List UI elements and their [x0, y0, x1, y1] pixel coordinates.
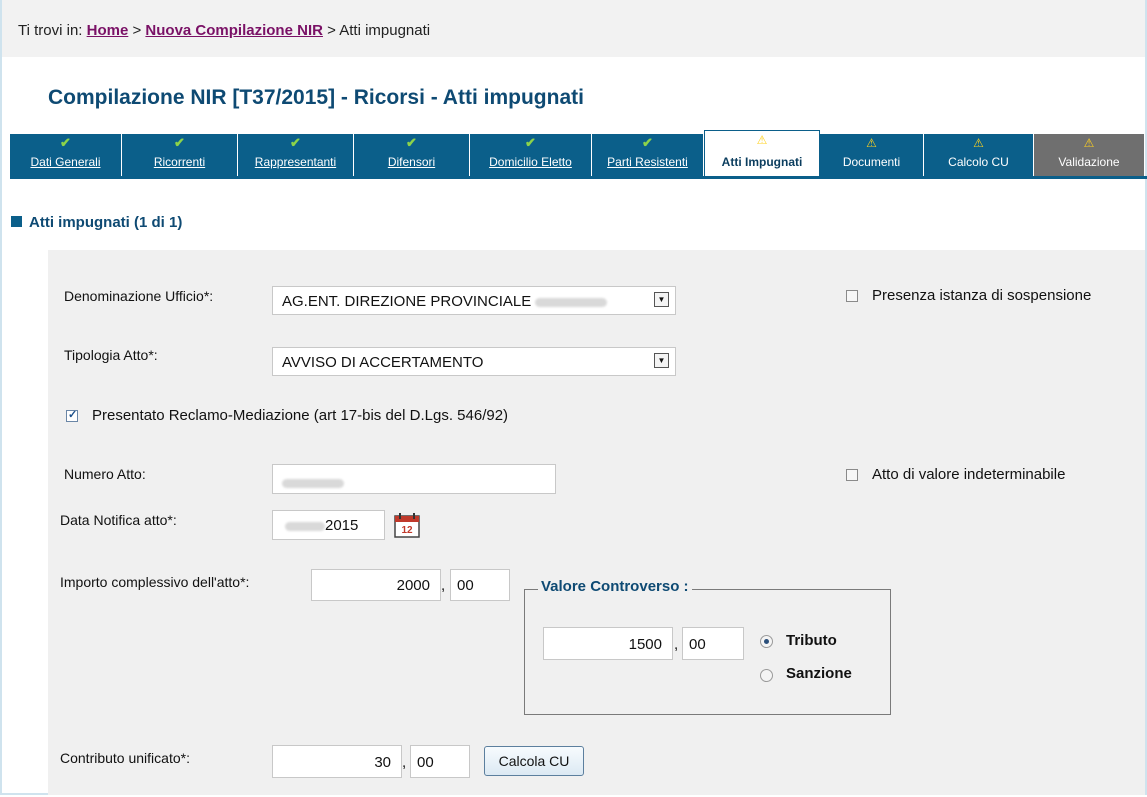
tipologia-select[interactable]: AVVISO DI ACCERTAMENTO ▼ [272, 347, 676, 376]
ufficio-select[interactable]: AG.ENT. DIREZIONE PROVINCIALE ▼ [272, 286, 676, 315]
breadcrumb-separator: > [327, 22, 336, 39]
redacted-text [535, 297, 608, 307]
check-icon: ✔ [642, 135, 653, 150]
importo-int-value: 2000 [396, 577, 430, 594]
sanzione-radio[interactable] [760, 669, 773, 682]
tab-label: Parti Resistenti [607, 155, 688, 169]
calcola-cu-button[interactable]: Calcola CU [484, 746, 584, 776]
ufficio-value: AG.ENT. DIREZIONE PROVINCIALE [282, 293, 532, 310]
breadcrumb-separator: > [132, 22, 142, 39]
tipologia-label: Tipologia Atto*: [64, 347, 158, 363]
check-icon: ✔ [525, 135, 536, 150]
breadcrumb-link-nuova-compilazione[interactable]: Nuova Compilazione NIR [145, 22, 323, 39]
ufficio-label: Denominazione Ufficio*: [64, 288, 214, 304]
breadcrumb: Ti trovi in: Home > Nuova Compilazione N… [18, 22, 430, 39]
breadcrumb-current: Atti impugnati [339, 22, 431, 39]
sanzione-label: Sanzione [786, 665, 852, 682]
contributo-label: Contributo unificato*: [60, 750, 190, 766]
warning-icon: ⚠ [1083, 136, 1095, 150]
redacted-text [285, 521, 325, 531]
tab-label: Rappresentanti [254, 155, 337, 169]
tab-ricorrenti[interactable]: ✔ Ricorrenti [122, 134, 238, 176]
reclamo-label: Presentato Reclamo-Mediazione (art 17-bi… [92, 407, 509, 424]
tab-calcolo-cu[interactable]: ⚠ Calcolo CU [924, 134, 1034, 176]
sospensione-checkbox[interactable] [846, 290, 858, 302]
indeterminabile-checkbox[interactable] [846, 469, 858, 481]
valore-int-input[interactable]: 1500 [543, 627, 673, 660]
valore-controverso-legend: Valore Controverso : [538, 578, 692, 595]
tab-label: Calcolo CU [948, 155, 1009, 169]
tab-label: Dati Generali [30, 155, 101, 169]
redacted-text [282, 478, 344, 488]
calendar-icon[interactable]: 12 [393, 511, 421, 539]
tab-parti-resistenti[interactable]: ✔ Parti Resistenti [592, 134, 704, 176]
tab-label: Domicilio Eletto [489, 155, 572, 169]
tab-documenti[interactable]: ⚠ Documenti [820, 134, 924, 176]
section-title: Atti impugnati (1 di 1) [29, 214, 183, 231]
warning-icon: ⚠ [973, 136, 984, 150]
warning-icon: ⚠ [866, 136, 877, 150]
tab-bar: ✔ Dati Generali ✔ Ricorrenti ✔ Rappresen… [10, 130, 1147, 176]
square-bullet-icon [11, 216, 22, 227]
importo-label: Importo complessivo dell'atto*: [60, 574, 250, 590]
tributo-radio[interactable] [760, 635, 773, 648]
tipologia-value: AVVISO DI ACCERTAMENTO [282, 354, 484, 371]
chevron-down-icon[interactable]: ▼ [654, 292, 669, 307]
importo-dec-value: 00 [457, 577, 474, 594]
tab-label: Documenti [842, 155, 901, 169]
tab-dati-generali[interactable]: ✔ Dati Generali [10, 134, 122, 176]
sospensione-label: Presenza istanza di sospensione [872, 287, 1092, 304]
tab-rappresentanti[interactable]: ✔ Rappresentanti [238, 134, 354, 176]
check-icon: ✔ [174, 135, 185, 150]
decimal-separator: , [674, 636, 679, 653]
tab-difensori[interactable]: ✔ Difensori [354, 134, 470, 176]
tab-label: Ricorrenti [153, 155, 206, 169]
check-icon: ✔ [406, 135, 417, 150]
section-header: Atti impugnati (1 di 1) [11, 214, 182, 231]
tab-label: Validazione [1058, 155, 1120, 169]
decimal-separator: , [402, 754, 407, 771]
data-notifica-label: Data Notifica atto*: [60, 512, 177, 528]
page-title: Compilazione NIR [T37/2015] - Ricorsi - … [48, 86, 584, 109]
numero-label: Numero Atto: [64, 466, 146, 482]
tab-atti-impugnati[interactable]: ⚠ Atti Impugnati [704, 130, 820, 176]
tab-label: Atti Impugnati [721, 155, 803, 169]
check-icon: ✔ [290, 135, 301, 150]
tab-underline [10, 176, 1147, 179]
data-notifica-input[interactable]: 2015 [272, 510, 385, 540]
breadcrumb-prefix: Ti trovi in: [18, 22, 83, 39]
tab-validazione[interactable]: ⚠ Validazione [1034, 134, 1145, 176]
decimal-separator: , [441, 577, 446, 594]
valore-dec-value: 00 [689, 636, 706, 653]
contributo-int-value: 30 [374, 754, 391, 771]
check-icon: ✔ [60, 135, 71, 150]
warning-icon: ⚠ [756, 133, 768, 147]
tab-domicilio-eletto[interactable]: ✔ Domicilio Eletto [470, 134, 592, 176]
valore-int-value: 1500 [628, 636, 662, 653]
importo-int-input[interactable]: 2000 [311, 569, 441, 601]
svg-text:12: 12 [401, 525, 413, 536]
valore-dec-input[interactable]: 00 [682, 627, 744, 660]
contributo-int-input[interactable]: 30 [272, 745, 402, 778]
data-notifica-year: 2015 [325, 517, 359, 534]
contributo-dec-value: 00 [417, 754, 434, 771]
breadcrumb-link-home[interactable]: Home [87, 22, 129, 39]
importo-dec-input[interactable]: 00 [450, 569, 510, 601]
chevron-down-icon[interactable]: ▼ [654, 353, 669, 368]
breadcrumb-bar: Ti trovi in: Home > Nuova Compilazione N… [2, 0, 1145, 57]
reclamo-checkbox[interactable] [66, 408, 78, 422]
tributo-label: Tributo [786, 632, 837, 649]
contributo-dec-input[interactable]: 00 [410, 745, 470, 778]
indeterminabile-label: Atto di valore indeterminabile [872, 466, 1066, 483]
tab-label: Difensori [387, 155, 436, 169]
numero-input[interactable] [272, 464, 556, 494]
